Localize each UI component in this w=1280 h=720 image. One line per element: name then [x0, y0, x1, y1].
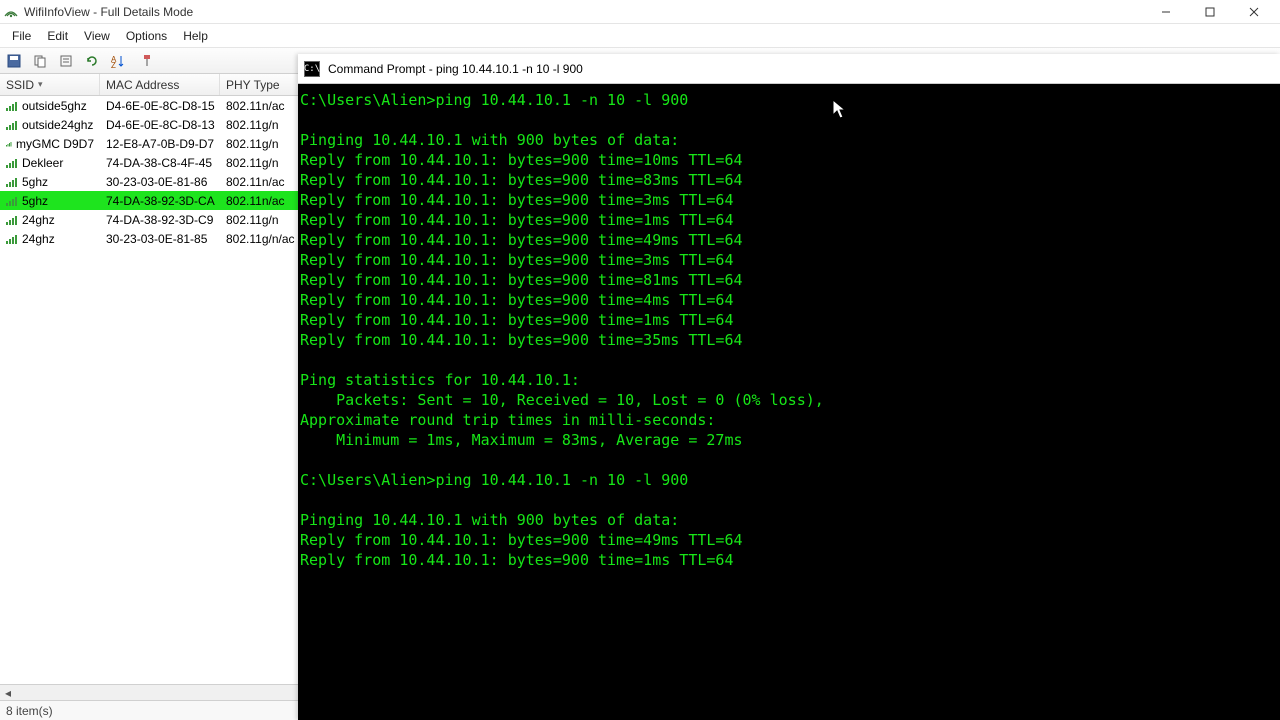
- cmd-icon: C:\: [304, 61, 320, 77]
- maximize-button[interactable]: [1188, 0, 1232, 24]
- cell-mac: 30-23-03-0E-81-85: [100, 231, 220, 247]
- menu-help[interactable]: Help: [175, 27, 216, 45]
- cell-phy: 802.11g/n: [220, 212, 300, 228]
- cell-phy: 802.11n/ac: [220, 193, 300, 209]
- cell-ssid: 5ghz: [0, 174, 100, 190]
- cell-phy: 802.11n/ac: [220, 98, 300, 114]
- copy-icon[interactable]: [30, 51, 50, 71]
- refresh-icon[interactable]: [82, 51, 102, 71]
- find-icon[interactable]: [134, 51, 154, 71]
- menu-file[interactable]: File: [4, 27, 39, 45]
- col-header-phy[interactable]: PHY Type: [220, 74, 300, 95]
- cell-ssid: outside5ghz: [0, 98, 100, 114]
- cell-ssid: 5ghz: [0, 193, 100, 209]
- filter-icon: ▾: [38, 79, 43, 90]
- cell-mac: D4-6E-0E-8C-D8-15: [100, 98, 220, 114]
- menu-view[interactable]: View: [76, 27, 118, 45]
- cell-phy: 802.11n/ac: [220, 174, 300, 190]
- app-icon: [4, 5, 18, 19]
- cell-mac: 74-DA-38-92-3D-C9: [100, 212, 220, 228]
- cell-mac: 74-DA-38-C8-4F-45: [100, 155, 220, 171]
- cell-ssid: myGMC D9D7: [0, 136, 100, 152]
- svg-text:Z: Z: [111, 61, 116, 68]
- cell-mac: 30-23-03-0E-81-86: [100, 174, 220, 190]
- cell-phy: 802.11g/n: [220, 117, 300, 133]
- cell-ssid: 24ghz: [0, 231, 100, 247]
- cell-ssid: outside24ghz: [0, 117, 100, 133]
- cell-ssid: Dekleer: [0, 155, 100, 171]
- col-header-label: SSID: [6, 78, 34, 92]
- app-title: WifiInfoView - Full Details Mode: [24, 5, 193, 19]
- minimize-button[interactable]: [1144, 0, 1188, 24]
- save-icon[interactable]: [4, 51, 24, 71]
- horizontal-scrollbar[interactable]: ◂: [0, 684, 298, 700]
- cell-mac: D4-6E-0E-8C-D8-13: [100, 117, 220, 133]
- sort-icon[interactable]: AZ: [108, 51, 128, 71]
- scroll-left-icon[interactable]: ◂: [0, 686, 16, 700]
- cell-phy: 802.11g/n: [220, 136, 300, 152]
- command-prompt-window[interactable]: C:\ Command Prompt - ping 10.44.10.1 -n …: [298, 54, 1280, 720]
- menu-edit[interactable]: Edit: [39, 27, 76, 45]
- close-button[interactable]: [1232, 0, 1276, 24]
- col-header-mac[interactable]: MAC Address: [100, 74, 220, 95]
- col-header-ssid[interactable]: SSID ▾: [0, 74, 100, 95]
- cell-ssid: 24ghz: [0, 212, 100, 228]
- cell-mac: 74-DA-38-92-3D-CA: [100, 193, 220, 209]
- cmd-title: Command Prompt - ping 10.44.10.1 -n 10 -…: [328, 62, 583, 76]
- menubar: File Edit View Options Help: [0, 24, 1280, 48]
- cmd-output[interactable]: C:\Users\Alien>ping 10.44.10.1 -n 10 -l …: [298, 84, 1280, 576]
- status-text: 8 item(s): [6, 704, 53, 718]
- cmd-titlebar[interactable]: C:\ Command Prompt - ping 10.44.10.1 -n …: [298, 54, 1280, 84]
- cell-mac: 12-E8-A7-0B-D9-D7: [100, 136, 220, 152]
- menu-options[interactable]: Options: [118, 27, 175, 45]
- properties-icon[interactable]: [56, 51, 76, 71]
- cell-phy: 802.11g/n: [220, 155, 300, 171]
- cell-phy: 802.11g/n/ac: [220, 231, 300, 247]
- app-titlebar: WifiInfoView - Full Details Mode: [0, 0, 1280, 24]
